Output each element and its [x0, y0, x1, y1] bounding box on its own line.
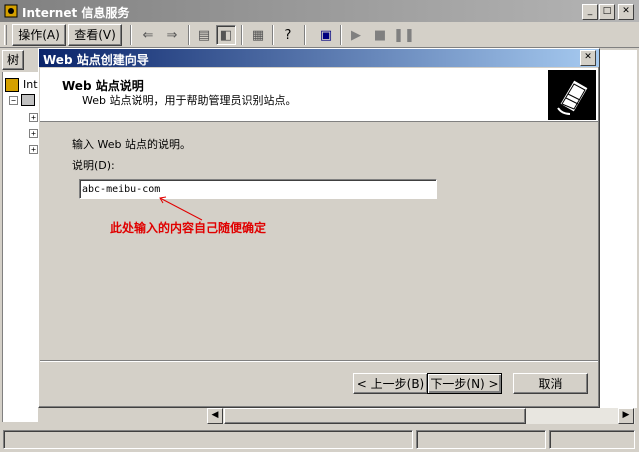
up-folder-icon[interactable]: ▤ [194, 25, 214, 45]
status-panel-mid [416, 430, 546, 449]
pause-icon[interactable]: ❚❚ [393, 25, 415, 45]
annotation-text: 此处输入的内容自己随便确定 [110, 221, 267, 235]
toolbar-separator [130, 25, 132, 45]
dialog-title: Web 站点创建向导 [43, 53, 149, 67]
window-title: Internet 信息服务 [22, 6, 130, 20]
tree-collapse-toggle[interactable]: − [9, 96, 18, 105]
minimize-button[interactable]: _ [582, 4, 598, 20]
content-pane [600, 50, 637, 408]
toolbar-separator [188, 25, 190, 45]
play-icon[interactable]: ▶ [346, 25, 366, 45]
instruction-text: 输入 Web 站点的说明。 [72, 138, 191, 151]
computer-icon[interactable]: ▣ [316, 25, 336, 45]
tree-expand-toggle[interactable]: + [29, 129, 38, 138]
forward-arrow-icon[interactable]: ⇒ [162, 25, 182, 45]
toolbar-separator [340, 25, 342, 45]
maximize-button[interactable]: □ [599, 4, 615, 20]
wizard-header: Web 站点说明 Web 站点说明，用于帮助管理员识别站点。 [40, 68, 598, 122]
tree-expand-toggle[interactable]: + [29, 145, 38, 154]
description-input[interactable] [79, 179, 437, 199]
dialog-close-button[interactable]: ✕ [580, 50, 596, 66]
toolbar-separator [272, 25, 274, 45]
menu-item-view[interactable]: 查看(V) [68, 24, 122, 46]
book-icon [548, 70, 596, 120]
back-arrow-icon[interactable]: ⇐ [138, 25, 158, 45]
close-button[interactable]: ✕ [618, 4, 634, 20]
scroll-left-button[interactable]: ◀ [207, 408, 223, 424]
help-icon[interactable]: ? [278, 25, 298, 45]
status-panel-main [3, 430, 413, 449]
tree-pane: Inte − + + + [2, 72, 44, 422]
export-list-icon[interactable]: ▦ [248, 25, 268, 45]
stop-icon[interactable]: ■ [370, 25, 390, 45]
computer-tree-icon [21, 94, 35, 106]
show-tree-icon[interactable]: ◧ [216, 25, 236, 45]
tree-tab[interactable]: 树 [2, 50, 24, 70]
menu-item-action[interactable]: 操作(A) [12, 24, 66, 46]
toolbar-separator [304, 25, 306, 45]
iis-tree-icon [5, 78, 19, 92]
horizontal-scrollbar[interactable]: ◀ ▶ [207, 408, 635, 424]
menu-toolbar-row: 操作(A) 查看(V) ⇐ ⇒ ▤ ◧ ▦ ? ▣ ▶ ■ ❚❚ [0, 22, 639, 48]
iis-app-icon [3, 3, 19, 19]
menu-grip [4, 25, 7, 45]
status-panel-right [549, 430, 635, 449]
header-subtitle: Web 站点说明，用于帮助管理员识别站点。 [82, 94, 297, 107]
dialog-titlebar: Web 站点创建向导 [39, 49, 599, 67]
scroll-thumb[interactable] [224, 408, 526, 424]
dialog-separator [40, 360, 598, 362]
tree-expand-toggle[interactable]: + [29, 113, 38, 122]
next-button[interactable]: 下一步(N) > [427, 373, 502, 394]
status-bar [0, 428, 639, 452]
back-button[interactable]: < 上一步(B) [353, 373, 428, 394]
scroll-right-button[interactable]: ▶ [618, 408, 634, 424]
description-label: 说明(D): [72, 159, 115, 172]
toolbar-separator [241, 25, 243, 45]
cancel-button[interactable]: 取消 [513, 373, 588, 394]
